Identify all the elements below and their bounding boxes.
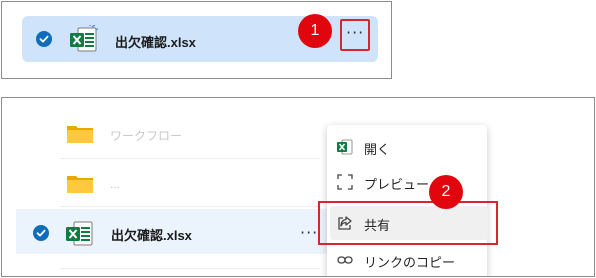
more-options-button[interactable]: ··· xyxy=(346,23,364,42)
menu-item-open[interactable]: 開く xyxy=(327,131,487,163)
screenshot-panel-2: ワークフロー ... 出欠確認.xlsx ··· 開く プレビュー 共有 リンク… xyxy=(1,97,595,277)
excel-file-icon xyxy=(66,219,96,251)
folder-icon xyxy=(66,124,94,144)
excel-icon xyxy=(337,139,353,155)
step-badge-2: 2 xyxy=(429,175,463,209)
step-badge-1: 1 xyxy=(298,14,332,48)
preview-icon xyxy=(337,174,353,190)
checkmark-icon[interactable] xyxy=(36,31,52,47)
screenshot-panel-1: 出欠確認.xlsx 1 ··· xyxy=(1,1,392,79)
excel-file-icon xyxy=(70,24,100,57)
link-icon xyxy=(337,252,353,268)
share-highlight-box xyxy=(318,201,498,245)
menu-item-label: 開く xyxy=(364,143,391,158)
folder-icon xyxy=(66,174,94,194)
row-divider xyxy=(60,268,320,269)
menu-item-label: プレビュー xyxy=(364,178,430,193)
folder-name[interactable]: ワークフロー xyxy=(110,127,182,144)
row-divider xyxy=(60,158,320,159)
folder-name[interactable]: ... xyxy=(110,177,120,191)
file-name[interactable]: 出欠確認.xlsx xyxy=(115,32,196,51)
more-options-button[interactable]: ··· xyxy=(300,223,318,242)
menu-item-copy-link[interactable]: リンクのコピー xyxy=(327,244,487,276)
menu-item-preview[interactable]: プレビュー xyxy=(327,166,487,198)
menu-item-label: リンクのコピー xyxy=(364,256,456,271)
checkmark-icon[interactable] xyxy=(33,225,49,241)
row-divider xyxy=(60,206,320,207)
file-name[interactable]: 出欠確認.xlsx xyxy=(111,225,192,244)
